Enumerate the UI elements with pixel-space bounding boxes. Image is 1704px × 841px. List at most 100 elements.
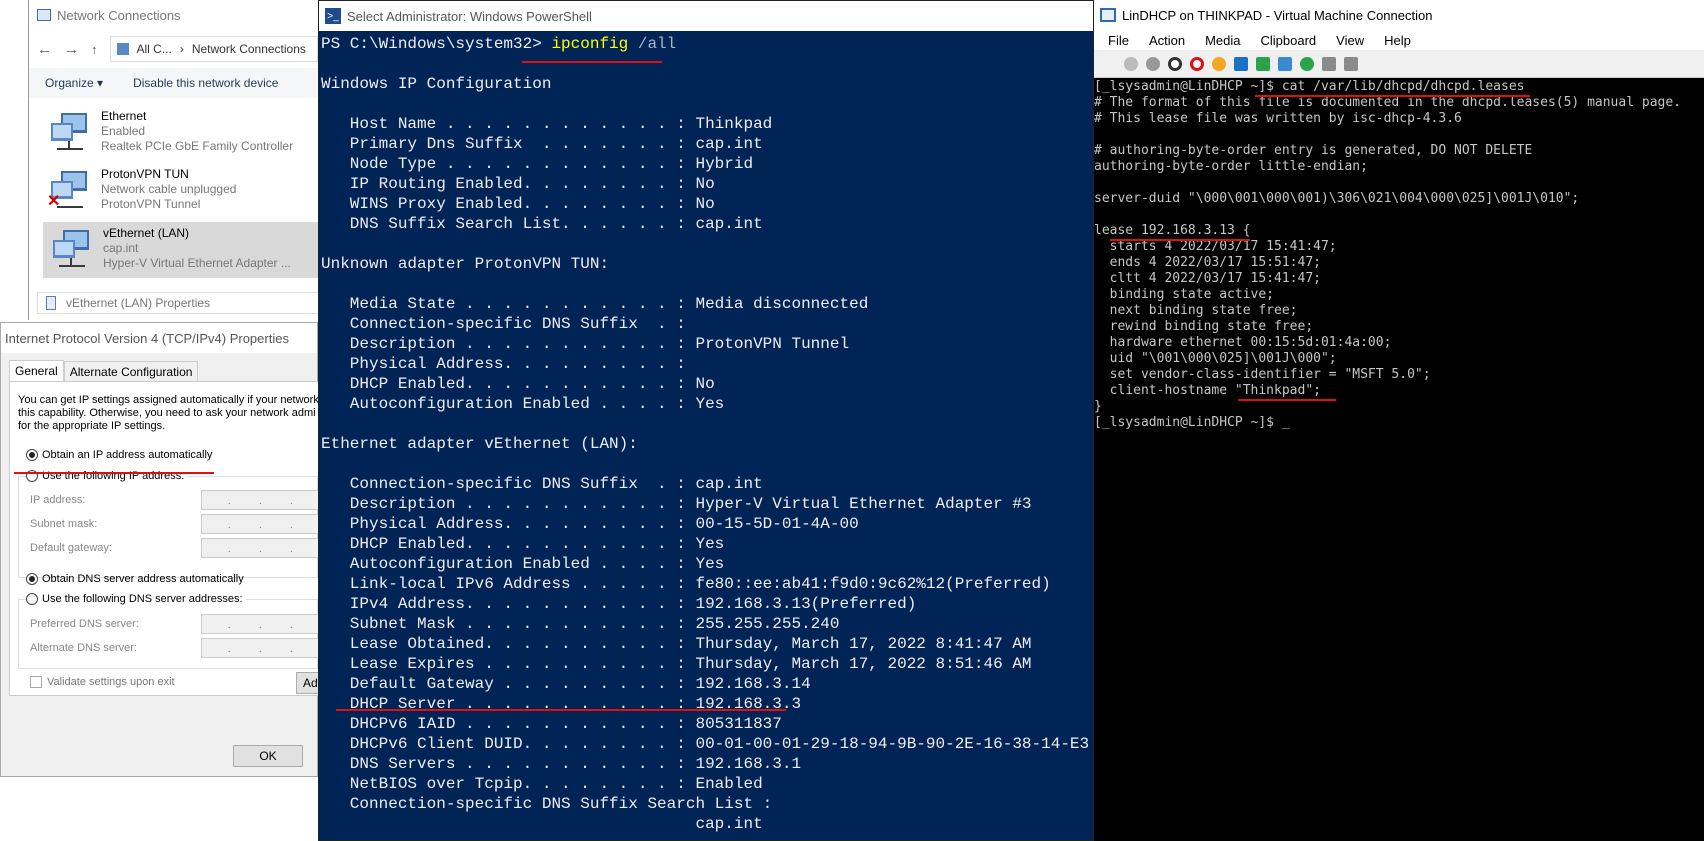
- powershell-console[interactable]: PS C:\Windows\system32> ipconfig /all Wi…: [319, 34, 1095, 834]
- advanced-button[interactable]: Adv: [296, 672, 324, 694]
- alternate-dns-field[interactable]: ...: [200, 638, 320, 658]
- resume-icon[interactable]: [1256, 56, 1270, 71]
- adapter-status: Network cable unplugged: [101, 182, 237, 196]
- powershell-icon: >_: [325, 8, 341, 24]
- default-gateway-field[interactable]: ...: [200, 538, 320, 558]
- start-icon[interactable]: [1146, 56, 1160, 71]
- address-bar[interactable]: All C... › Network Connections: [109, 36, 318, 62]
- network-adapter-icon: ✕: [47, 167, 93, 213]
- prompt: PS C:\Windows\system32>: [321, 35, 552, 53]
- disable-device-button[interactable]: Disable this network device: [133, 76, 278, 90]
- annotation-underline-command: [522, 61, 662, 63]
- terminal-output-line: uid "\001\000\025]\001J\000";: [1094, 351, 1337, 366]
- breadcrumb-network-connections[interactable]: Network Connections: [192, 42, 306, 56]
- adapter-ethernet[interactable]: Ethernet Enabled Realtek PCIe GbE Family…: [41, 105, 323, 161]
- menu-help[interactable]: Help: [1384, 33, 1411, 48]
- obtain-dns-automatically-radio[interactable]: Obtain DNS server address automatically: [26, 573, 244, 585]
- save-icon[interactable]: [1212, 56, 1226, 71]
- adapter-status: Enabled: [101, 124, 146, 138]
- preferred-dns-field[interactable]: ...: [200, 614, 320, 634]
- network-connections-icon: [37, 9, 51, 21]
- menu-media[interactable]: Media: [1205, 33, 1240, 48]
- forward-arrow-icon[interactable]: →: [64, 41, 79, 58]
- preferred-dns-label: Preferred DNS server:: [30, 618, 139, 630]
- alternate-dns-row: Alternate DNS server: ...: [30, 638, 320, 658]
- ctrl-alt-del-icon[interactable]: [1124, 56, 1138, 71]
- powershell-output-line: Windows IP Configuration: [321, 75, 552, 93]
- powershell-output-line: Description . . . . . . . . . . . : Prot…: [321, 335, 850, 353]
- terminal-output-line: authoring-byte-order little-endian;: [1094, 159, 1368, 174]
- adapter-vethernet-lan[interactable]: vEthernet (LAN) cap.int Hyper-V Virtual …: [43, 222, 321, 278]
- menu-action[interactable]: Action: [1149, 33, 1185, 48]
- adapter-name: Ethernet: [101, 109, 147, 123]
- terminal-output-line: set vendor-class-identifier = "MSFT 5.0"…: [1094, 367, 1431, 382]
- control-panel-icon: [116, 43, 129, 55]
- radio-selected-icon: [26, 449, 38, 461]
- network-adapter-icon: [49, 226, 95, 272]
- adapter-protonvpn-tun[interactable]: ✕ ProtonVPN TUN Network cable unplugged …: [41, 163, 323, 219]
- powershell-output-line: [319, 414, 1095, 434]
- ip-address-field[interactable]: ...: [200, 490, 320, 510]
- powershell-output-line: Physical Address. . . . . . . . . : 00-1…: [321, 515, 859, 533]
- breadcrumb-all-control-panel[interactable]: All C...: [137, 42, 172, 56]
- turn-off-icon[interactable]: [1168, 56, 1182, 71]
- powershell-output-line: Lease Obtained. . . . . . . . . . : Thur…: [321, 635, 1032, 653]
- obtain-ip-automatically-radio[interactable]: Obtain an IP address automatically: [26, 449, 212, 461]
- powershell-output-line: DHCPv6 Client DUID. . . . . . . . : 00-0…: [321, 735, 1090, 753]
- adapter-device: Hyper-V Virtual Ethernet Adapter ...: [103, 256, 291, 270]
- powershell-output-line: WINS Proxy Enabled. . . . . . . . : No: [321, 195, 715, 213]
- back-arrow-icon[interactable]: ←: [37, 41, 52, 58]
- radio-unselected-icon: [26, 593, 38, 605]
- shut-down-icon[interactable]: [1190, 56, 1204, 71]
- vm-menubar: File Action Media Clipboard View Help: [1094, 30, 1704, 50]
- virtual-machine-icon: [1100, 8, 1116, 22]
- revert-icon[interactable]: [1300, 56, 1314, 71]
- vm-title: LinDHCP on THINKPAD - Virtual Machine Co…: [1122, 7, 1433, 23]
- terminal-output-line: client-hostname "Thinkpad";: [1094, 383, 1321, 398]
- subnet-mask-row: Subnet mask: ...: [30, 514, 320, 534]
- tab-general[interactable]: General: [9, 360, 64, 383]
- ip-address-label: IP address:: [30, 494, 86, 506]
- terminal-output-line: [_lsysadmin@LinDHCP ~]$ cat /var/lib/dhc…: [1094, 79, 1525, 94]
- pause-icon[interactable]: [1234, 56, 1248, 71]
- share-icon[interactable]: [1344, 56, 1358, 71]
- vm-terminal[interactable]: [_lsysadmin@LinDHCP ~]$ cat /var/lib/dhc…: [1094, 79, 1704, 431]
- terminal-output-line: # The format of this file is documented …: [1094, 95, 1681, 110]
- menu-file[interactable]: File: [1108, 33, 1129, 48]
- preferred-dns-row: Preferred DNS server: ...: [30, 614, 320, 634]
- checkpoint-icon[interactable]: [1278, 56, 1292, 71]
- powershell-output-line: DNS Suffix Search List. . . . . . : cap.…: [321, 215, 763, 233]
- terminal-output-line: lease 192.168.3.13 {: [1094, 223, 1251, 238]
- use-following-dns-radio[interactable]: Use the following DNS server addresses:: [26, 593, 246, 605]
- menu-clipboard[interactable]: Clipboard: [1261, 33, 1317, 48]
- command-argument: /all: [628, 35, 677, 53]
- powershell-output-line: DNS Servers . . . . . . . . . . . : 192.…: [321, 755, 802, 773]
- default-gateway-row: Default gateway: ...: [30, 538, 320, 558]
- annotation-underline-dhcp-server: [336, 709, 786, 711]
- enhanced-session-icon[interactable]: [1322, 56, 1336, 71]
- breadcrumb-separator-icon: ›: [179, 42, 184, 56]
- powershell-output-line: Connection-specific DNS Suffix . :: [321, 315, 686, 333]
- powershell-output-line: Host Name . . . . . . . . . . . . : Thin…: [321, 115, 773, 133]
- network-connections-titlebar: Network Connections: [29, 0, 318, 30]
- command-bar: Organize ▾ Disable this network device: [29, 68, 318, 98]
- adapter-status: cap.int: [103, 241, 139, 255]
- ip-address-row: IP address: ...: [30, 490, 320, 510]
- terminal-output-line: }: [1094, 399, 1102, 414]
- annotation-underline-cat-command: [1255, 95, 1530, 97]
- powershell-output-line: [319, 54, 1095, 74]
- network-connections-title: Network Connections: [57, 7, 181, 23]
- terminal-output-line: server-duid "\000\001\000\001)\306\021\0…: [1094, 191, 1580, 206]
- organize-menu[interactable]: Organize ▾: [45, 76, 103, 90]
- validate-settings-checkbox[interactable]: Validate settings upon exit: [30, 676, 175, 688]
- subnet-mask-field[interactable]: ...: [200, 514, 320, 534]
- powershell-output-line: Connection-specific DNS Suffix Search Li…: [321, 795, 773, 813]
- ipv4-intro-text: You can get IP settings assigned automat…: [18, 394, 318, 432]
- menu-view[interactable]: View: [1336, 33, 1364, 48]
- powershell-output-line: DHCPv6 IAID . . . . . . . . . . . : 8053…: [321, 715, 782, 733]
- up-arrow-icon[interactable]: ↑: [91, 42, 98, 57]
- ok-button[interactable]: OK: [233, 745, 303, 767]
